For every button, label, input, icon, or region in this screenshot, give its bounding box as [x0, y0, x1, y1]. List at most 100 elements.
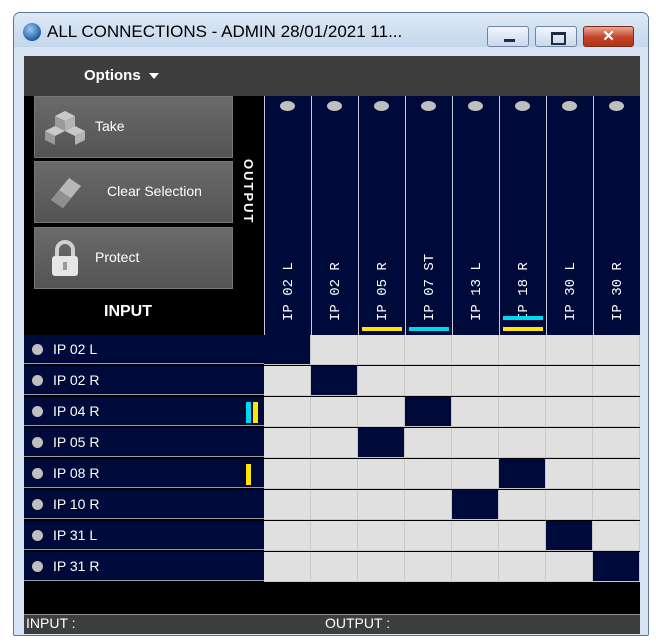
crosspoint[interactable] [499, 490, 546, 520]
input-row-label: IP 31 R [53, 558, 100, 574]
output-column-header[interactable]: IP 05 R [358, 96, 405, 335]
crosspoint[interactable] [405, 428, 452, 458]
crosspoint[interactable] [264, 521, 311, 551]
output-column-header[interactable]: IP 07 ST [405, 96, 452, 335]
crosspoint[interactable] [452, 459, 499, 489]
crosspoint[interactable] [358, 552, 405, 582]
crosspoint[interactable] [452, 552, 499, 582]
crosspoint[interactable] [358, 335, 405, 365]
crosspoint[interactable] [264, 459, 311, 489]
crosspoint-connected[interactable] [593, 552, 640, 582]
input-row: IP 10 R [24, 490, 640, 521]
crosspoint[interactable] [452, 397, 499, 427]
title-bar[interactable]: ALL CONNECTIONS - ADMIN 28/01/2021 11...… [14, 13, 648, 47]
crosspoint[interactable] [264, 428, 311, 458]
crosspoint[interactable] [311, 490, 358, 520]
crosspoint[interactable] [593, 428, 640, 458]
crosspoint[interactable] [405, 335, 452, 365]
input-row-header[interactable]: IP 10 R [24, 490, 264, 519]
crosspoint-connected[interactable] [358, 428, 405, 458]
crosspoint[interactable] [499, 521, 546, 551]
crosspoint-connected[interactable] [499, 459, 546, 489]
output-column-header[interactable]: IP 30 L [546, 96, 593, 335]
input-row-header[interactable]: IP 31 R [24, 552, 264, 581]
crosspoint[interactable] [546, 366, 593, 396]
crosspoint[interactable] [264, 490, 311, 520]
crosspoint-connected[interactable] [405, 397, 452, 427]
crosspoint[interactable] [405, 459, 452, 489]
crosspoint[interactable] [358, 397, 405, 427]
padlock-icon [52, 240, 78, 276]
crosspoint[interactable] [311, 552, 358, 582]
crosspoint[interactable] [593, 490, 640, 520]
minimize-button[interactable] [487, 26, 529, 47]
crosspoint[interactable] [499, 428, 546, 458]
chevron-down-icon [148, 73, 159, 80]
crosspoint-connected[interactable] [546, 521, 593, 551]
output-column-header[interactable]: IP 13 L [452, 96, 499, 335]
crosspoint[interactable] [499, 335, 546, 365]
crosspoint[interactable] [546, 397, 593, 427]
crosspoint[interactable] [499, 366, 546, 396]
crosspoint[interactable] [358, 521, 405, 551]
crosspoint[interactable] [593, 335, 640, 365]
crosspoint[interactable] [593, 397, 640, 427]
crosspoint[interactable] [546, 459, 593, 489]
crosspoint[interactable] [452, 428, 499, 458]
close-icon: ✕ [602, 28, 615, 45]
crosspoint[interactable] [358, 459, 405, 489]
crosspoint[interactable] [499, 397, 546, 427]
crosspoint[interactable] [311, 335, 358, 365]
output-column-header[interactable]: IP 30 R [593, 96, 640, 335]
close-button[interactable]: ✕ [583, 26, 634, 47]
output-column-header[interactable]: IP 02 L [264, 96, 311, 335]
crosspoint[interactable] [546, 428, 593, 458]
input-row-header[interactable]: IP 08 R [24, 459, 264, 488]
crosspoint[interactable] [593, 521, 640, 551]
input-row-header[interactable]: IP 04 R [24, 397, 264, 426]
crosspoint[interactable] [264, 552, 311, 582]
status-led-icon [32, 561, 43, 572]
crosspoint[interactable] [452, 521, 499, 551]
status-led-icon [32, 437, 43, 448]
crosspoint-connected[interactable] [311, 366, 358, 396]
crosspoint[interactable] [405, 366, 452, 396]
crosspoint[interactable] [264, 397, 311, 427]
crosspoint[interactable] [546, 490, 593, 520]
crosspoint[interactable] [593, 459, 640, 489]
crosspoint[interactable] [311, 459, 358, 489]
crosspoint[interactable] [405, 521, 452, 551]
status-led-icon [280, 101, 295, 111]
crosspoint[interactable] [311, 397, 358, 427]
input-row-header[interactable]: IP 02 L [24, 335, 264, 364]
maximize-button[interactable] [535, 26, 577, 47]
take-button[interactable]: Take [34, 96, 233, 158]
options-menu[interactable]: Options [84, 67, 159, 84]
crosspoint-connected[interactable] [452, 490, 499, 520]
crosspoint[interactable] [405, 552, 452, 582]
protect-label: Protect [95, 249, 140, 265]
input-row-header[interactable]: IP 02 R [24, 366, 264, 395]
output-column-label: IP 02 R [328, 262, 344, 321]
crosspoint[interactable] [358, 366, 405, 396]
crosspoint[interactable] [546, 552, 593, 582]
protect-button[interactable]: Protect [34, 227, 233, 289]
clear-selection-button[interactable]: Clear Selection [34, 161, 233, 223]
status-led-icon [421, 101, 436, 111]
status-led-icon [374, 101, 389, 111]
crosspoint[interactable] [358, 490, 405, 520]
crosspoint[interactable] [499, 552, 546, 582]
output-column-header[interactable]: IP 02 R [311, 96, 358, 335]
crosspoint[interactable] [311, 428, 358, 458]
crosspoint[interactable] [311, 521, 358, 551]
input-row-header[interactable]: IP 05 R [24, 428, 264, 457]
output-column-header[interactable]: IP 18 R [499, 96, 546, 335]
input-row-header[interactable]: IP 31 L [24, 521, 264, 550]
crosspoint[interactable] [593, 366, 640, 396]
crosspoint[interactable] [452, 335, 499, 365]
crosspoint-connected[interactable] [264, 335, 311, 365]
crosspoint[interactable] [405, 490, 452, 520]
crosspoint[interactable] [264, 366, 311, 396]
crosspoint[interactable] [452, 366, 499, 396]
crosspoint[interactable] [546, 335, 593, 365]
